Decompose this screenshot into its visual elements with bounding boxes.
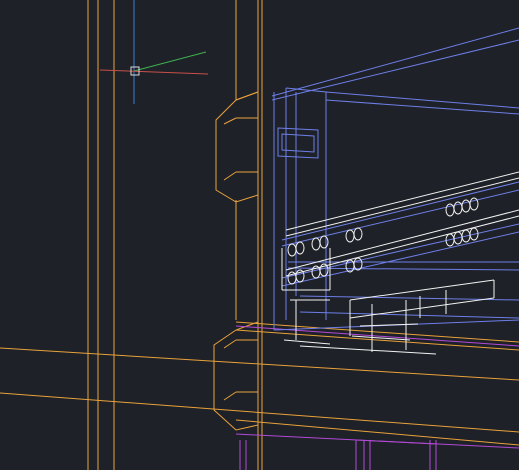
viewport-background bbox=[0, 0, 519, 470]
wireframe-model bbox=[0, 0, 519, 470]
cad-3d-viewport[interactable] bbox=[0, 0, 519, 470]
